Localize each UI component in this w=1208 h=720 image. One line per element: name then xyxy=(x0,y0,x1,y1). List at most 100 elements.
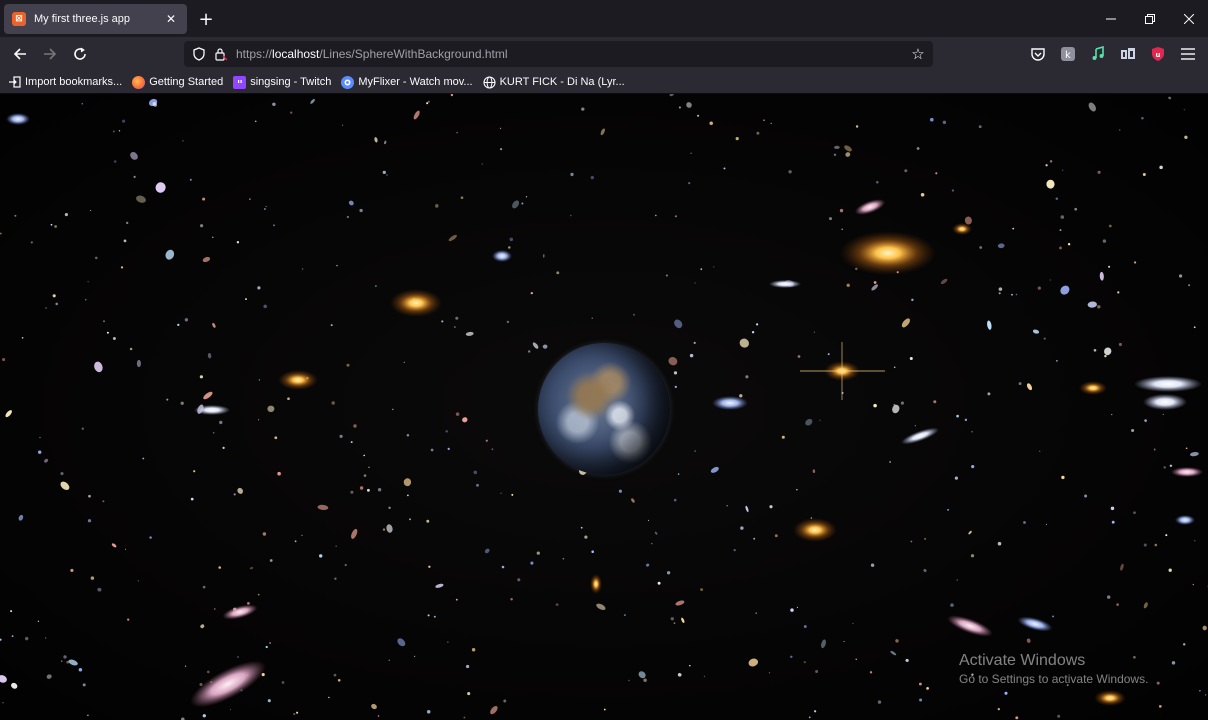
star xyxy=(935,172,938,175)
star xyxy=(1108,265,1111,268)
star xyxy=(1118,342,1122,347)
small-galaxy xyxy=(805,418,813,426)
star xyxy=(319,554,323,558)
star xyxy=(287,397,290,401)
white-galaxy xyxy=(1134,376,1202,392)
star xyxy=(269,641,272,645)
star xyxy=(693,341,696,345)
star xyxy=(555,603,559,606)
new-tab-button[interactable]: + xyxy=(195,8,217,30)
star xyxy=(1049,160,1053,163)
bookmark-kurt-fick[interactable]: KURT FICK - Di Na (Lyr... xyxy=(483,75,625,89)
star xyxy=(666,571,671,575)
star xyxy=(447,641,449,643)
small-galaxy xyxy=(821,639,826,649)
small-galaxy xyxy=(5,410,12,418)
small-galaxy xyxy=(413,110,420,120)
tab-active[interactable]: ⊠ My first three.js app ✕ xyxy=(4,4,187,34)
star xyxy=(1018,382,1022,386)
star xyxy=(233,493,236,496)
blue-galaxy xyxy=(1017,616,1053,632)
back-button[interactable] xyxy=(8,42,32,66)
star xyxy=(112,130,115,133)
close-window-icon[interactable] xyxy=(1169,0,1208,37)
star xyxy=(166,398,169,401)
star xyxy=(293,713,296,716)
back-arrow-icon xyxy=(13,48,26,60)
star xyxy=(363,474,367,477)
star xyxy=(954,476,959,480)
star xyxy=(726,505,728,507)
reload-button[interactable] xyxy=(68,42,92,66)
star xyxy=(673,498,677,502)
star xyxy=(951,189,954,192)
star xyxy=(277,471,281,476)
small-galaxy xyxy=(686,102,692,108)
music-extension-icon[interactable] xyxy=(1086,42,1110,66)
close-tab-icon[interactable]: ✕ xyxy=(163,11,179,27)
star xyxy=(753,537,756,540)
url-bar[interactable]: https://localhost/Lines/SphereWithBackgr… xyxy=(184,41,933,67)
star xyxy=(257,286,261,290)
star xyxy=(202,197,206,201)
small-galaxy xyxy=(94,361,103,373)
pocket-icon[interactable] xyxy=(1026,42,1050,66)
star xyxy=(1159,165,1163,170)
bookmark-getting-started[interactable]: Getting Started xyxy=(132,75,223,89)
star xyxy=(689,664,691,667)
small-galaxy xyxy=(386,524,393,533)
insecure-lock-icon[interactable] xyxy=(214,47,228,61)
menu-hamburger-icon[interactable] xyxy=(1176,42,1200,66)
star xyxy=(556,271,560,275)
star xyxy=(833,153,837,156)
star xyxy=(1185,447,1188,450)
star xyxy=(344,563,347,567)
small-galaxy xyxy=(200,624,205,629)
star xyxy=(106,331,109,334)
small-galaxy xyxy=(745,505,749,513)
small-galaxy xyxy=(155,182,166,193)
star xyxy=(950,603,954,607)
star xyxy=(1110,506,1115,511)
orange-galaxy xyxy=(390,289,442,317)
bookmark-twitch[interactable]: singsing - Twitch xyxy=(233,75,331,89)
star xyxy=(1153,448,1156,451)
bookmark-star-icon[interactable]: ☆ xyxy=(909,45,927,63)
star xyxy=(219,420,223,425)
ublock-icon[interactable]: u xyxy=(1146,42,1170,66)
star xyxy=(517,578,521,582)
url-text[interactable]: https://localhost/Lines/SphereWithBackgr… xyxy=(236,47,508,61)
bookmark-import[interactable]: Import bookmarks... xyxy=(8,76,122,89)
star xyxy=(852,622,854,625)
star xyxy=(1204,694,1207,696)
forward-arrow-icon xyxy=(44,48,57,60)
small-galaxy xyxy=(674,319,683,329)
extension-toolbar: k u xyxy=(1026,42,1200,66)
star xyxy=(584,535,588,539)
star xyxy=(120,266,124,269)
extension-k-icon[interactable]: k xyxy=(1056,42,1080,66)
pink-galaxy xyxy=(222,604,258,620)
restore-icon[interactable] xyxy=(1130,0,1169,37)
small-galaxy xyxy=(11,682,18,689)
small-galaxy xyxy=(249,566,254,570)
star xyxy=(506,320,510,324)
star xyxy=(678,106,681,109)
threejs-canvas[interactable]: Activate Windows Go to Settings to activ… xyxy=(0,94,1208,720)
star xyxy=(1193,326,1196,329)
star xyxy=(670,617,674,621)
puzzle-extension-icon[interactable] xyxy=(1116,42,1140,66)
white-galaxy xyxy=(1143,394,1187,410)
forward-button[interactable] xyxy=(38,42,62,66)
url-host: localhost xyxy=(272,47,320,61)
star xyxy=(1045,164,1048,167)
star xyxy=(870,563,875,567)
star xyxy=(1131,428,1135,433)
star xyxy=(628,679,630,682)
bookmark-myflixer[interactable]: MyFlixer - Watch mov... xyxy=(341,75,473,89)
star xyxy=(763,119,765,122)
small-galaxy xyxy=(1104,347,1112,356)
white-galaxy xyxy=(194,405,230,415)
minimize-icon[interactable] xyxy=(1091,0,1130,37)
tracking-protection-shield-icon[interactable] xyxy=(192,47,206,61)
